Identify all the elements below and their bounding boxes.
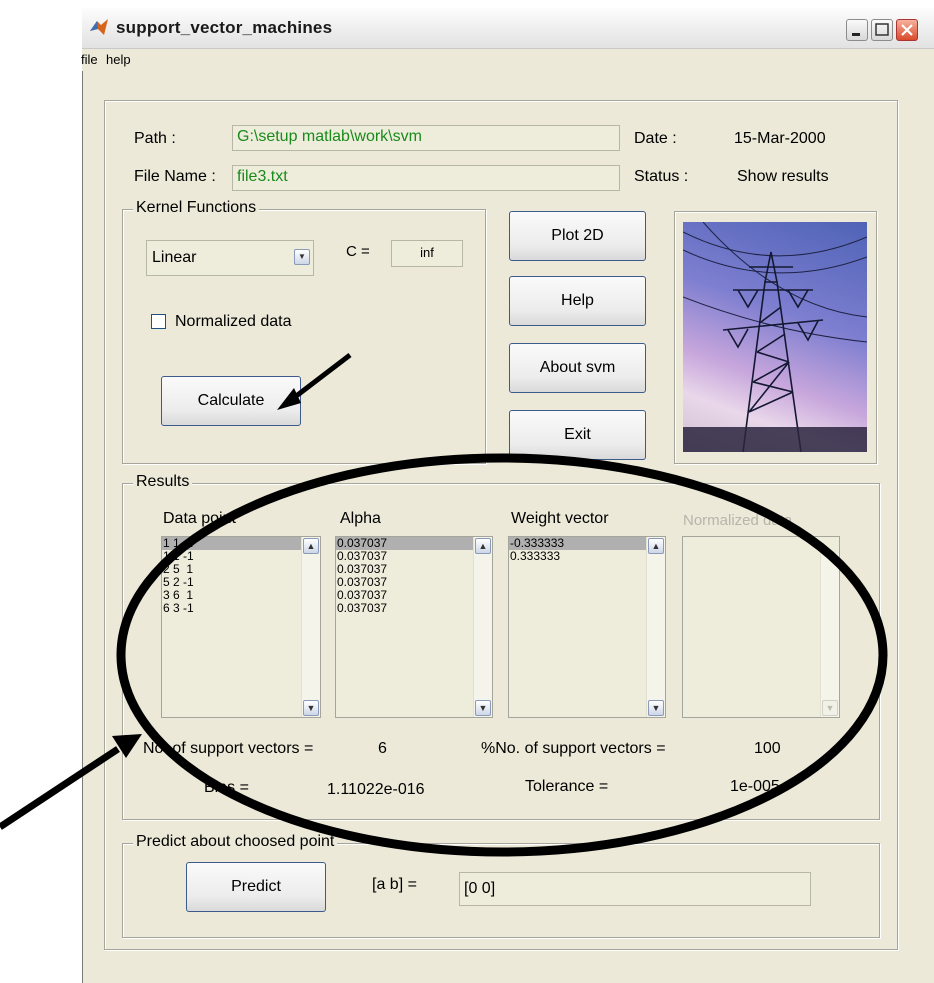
data-point-header: Data point	[163, 510, 236, 527]
scroll-down-icon[interactable]: ▼	[475, 700, 491, 716]
menu-bar: file help	[81, 49, 934, 71]
scrollbar: ▼	[820, 553, 839, 717]
data-point-listbox[interactable]: 1 1 1 1 1 -1 2 5 1 5 2 -1 3 6 1 6 3 -1 ▲…	[161, 536, 321, 718]
filename-label: File Name :	[134, 168, 216, 185]
matlab-icon	[89, 17, 109, 37]
kernel-select-value: Linear	[152, 249, 197, 266]
scrollbar[interactable]: ▲ ▼	[301, 537, 320, 717]
bias-value: 1.11022e-016	[327, 781, 425, 798]
menu-help[interactable]: help	[106, 52, 131, 67]
ab-label: [a b] =	[372, 876, 417, 893]
normalized-data-header: Normalized data	[683, 512, 793, 529]
c-label: C =	[346, 243, 370, 260]
kernel-select[interactable]: Linear ▼	[146, 240, 314, 276]
alpha-listbox[interactable]: 0.037037 0.037037 0.037037 0.037037 0.03…	[335, 536, 493, 718]
date-value: 15-Mar-2000	[734, 130, 826, 147]
normalized-label: Normalized data	[175, 313, 292, 330]
minimize-button[interactable]	[846, 19, 868, 41]
tolerance-label: Tolerance =	[525, 778, 609, 795]
support-vectors-label: No. of support vectors =	[143, 740, 314, 757]
list-item[interactable]: 6 3 -1	[162, 602, 320, 615]
menu-file[interactable]: file	[81, 52, 98, 67]
c-field[interactable]: inf	[391, 240, 463, 267]
pct-support-vectors-value: 100	[754, 740, 781, 757]
scroll-up-icon[interactable]: ▲	[303, 538, 319, 554]
predict-button[interactable]: Predict	[186, 862, 326, 912]
status-value: Show results	[737, 168, 829, 185]
weight-vector-listbox[interactable]: -0.333333 0.333333 ▲ ▼	[508, 536, 666, 718]
scroll-up-icon[interactable]: ▲	[475, 538, 491, 554]
scroll-down-icon[interactable]: ▼	[303, 700, 319, 716]
scroll-down-icon[interactable]: ▼	[648, 700, 664, 716]
title-bar[interactable]: support_vector_machines	[82, 8, 934, 49]
close-button[interactable]	[896, 19, 918, 41]
scrollbar[interactable]: ▲ ▼	[646, 537, 665, 717]
plot-2d-button[interactable]: Plot 2D	[509, 211, 646, 261]
scrollbar[interactable]: ▲ ▼	[473, 537, 492, 717]
list-item[interactable]: 0.333333	[509, 550, 665, 563]
power-pylon-image	[683, 222, 867, 452]
help-button[interactable]: Help	[509, 276, 646, 326]
tolerance-value: 1e-005	[730, 778, 780, 795]
scroll-down-icon: ▼	[822, 700, 838, 716]
window-title: support_vector_machines	[116, 18, 333, 37]
list-item[interactable]: 0.037037	[336, 602, 492, 615]
path-label: Path :	[134, 130, 176, 147]
chevron-down-icon[interactable]: ▼	[294, 249, 310, 265]
path-field[interactable]: G:\setup matlab\work\svm	[232, 125, 620, 151]
results-title: Results	[133, 473, 193, 491]
alpha-header: Alpha	[340, 510, 381, 527]
support-vectors-value: 6	[378, 740, 387, 757]
exit-button[interactable]: Exit	[509, 410, 646, 460]
maximize-button[interactable]	[871, 19, 893, 41]
status-label: Status :	[634, 168, 689, 185]
filename-field[interactable]: file3.txt	[232, 165, 620, 191]
calculate-button[interactable]: Calculate	[161, 376, 301, 426]
ab-input[interactable]: [0 0]	[459, 872, 811, 906]
about-svm-button[interactable]: About svm	[509, 343, 646, 393]
predict-title: Predict about choosed point	[133, 833, 338, 851]
kernel-functions-title: Kernel Functions	[133, 199, 260, 217]
date-label: Date :	[634, 130, 677, 147]
weight-vector-header: Weight vector	[511, 510, 609, 527]
pct-support-vectors-label: %No. of support vectors =	[481, 740, 666, 757]
normalized-data-listbox: ▼	[682, 536, 840, 718]
bias-label: Bias =	[204, 779, 249, 796]
normalized-checkbox[interactable]	[151, 314, 166, 329]
scroll-up-icon[interactable]: ▲	[648, 538, 664, 554]
